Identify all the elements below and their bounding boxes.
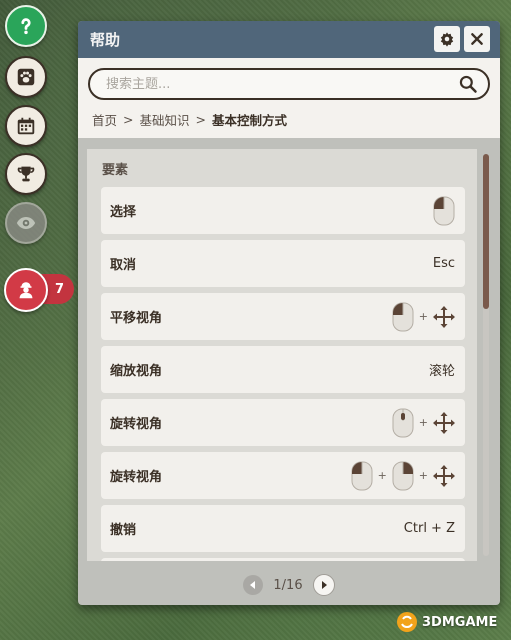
zookeeper-icon	[19, 282, 33, 299]
panel-title: 帮助	[90, 31, 121, 49]
staff-button[interactable]	[4, 268, 48, 312]
view-toggle-button[interactable]	[5, 202, 47, 244]
row-value: + +	[351, 461, 455, 491]
move-arrows-icon	[433, 464, 455, 487]
list-item: 平移视角 +	[101, 293, 465, 340]
list-item	[101, 558, 465, 561]
close-icon	[471, 33, 483, 45]
row-value: 滚轮	[428, 364, 455, 379]
scrollbar[interactable]	[483, 154, 489, 556]
row-label: 撤销	[110, 523, 137, 538]
row-value: +	[392, 408, 455, 438]
list-item: 撤销 Ctrl + Z	[101, 505, 465, 552]
panel-header: 首页 > 基础知识 > 基本控制方式	[78, 58, 500, 138]
breadcrumb-home[interactable]: 首页	[92, 110, 117, 129]
row-label: 缩放视角	[110, 364, 163, 379]
controls-list: 要素 选择 取消 Esc 平移视角 + 缩放视角 滚轮 旋转视角 + 旋转视角 …	[87, 149, 477, 561]
gear-icon	[440, 32, 454, 47]
calendar-icon	[17, 117, 35, 135]
trophy-icon	[17, 166, 35, 182]
left-toolbar: 7	[0, 0, 80, 640]
close-button[interactable]	[464, 26, 490, 52]
search-box	[88, 68, 490, 100]
breadcrumb-basics[interactable]: 基础知识	[140, 110, 190, 129]
row-value: Esc	[432, 256, 455, 271]
list-item: 取消 Esc	[101, 240, 465, 287]
help-panel: 帮助 首页 > 基础知识 > 基本控制方式	[78, 21, 500, 605]
row-label: 取消	[110, 258, 137, 273]
plus-sign: +	[418, 310, 428, 323]
panel-titlebar: 帮助	[78, 21, 500, 58]
next-page-button[interactable]	[312, 574, 335, 596]
plus-sign: +	[418, 416, 428, 429]
mouse-left-click-icon	[351, 461, 373, 490]
row-value: Ctrl + Z	[403, 521, 455, 536]
zoopedia-button[interactable]	[5, 56, 47, 98]
breadcrumb-separator: >	[123, 112, 134, 127]
mouse-left-click-icon	[392, 302, 414, 331]
challenges-button[interactable]	[5, 153, 47, 195]
breadcrumb-current: 基本控制方式	[212, 113, 288, 128]
list-item: 旋转视角 + +	[101, 452, 465, 499]
breadcrumb: 首页 > 基础知识 > 基本控制方式	[92, 110, 287, 129]
search-icon[interactable]	[458, 74, 478, 94]
row-label: 平移视角	[110, 311, 163, 326]
list-item: 缩放视角 滚轮	[101, 346, 465, 393]
list-item: 选择	[101, 187, 465, 234]
3dmgame-logo-icon	[397, 612, 417, 632]
mouse-right-click-icon	[392, 461, 414, 490]
breadcrumb-separator: >	[195, 112, 206, 127]
pagination: 1/16	[78, 567, 500, 603]
page-indicator: 1/16	[273, 577, 303, 593]
watermark-text: 3DMGAME	[422, 614, 498, 630]
paw-icon	[17, 68, 35, 86]
help-button[interactable]	[5, 5, 47, 47]
row-label: 选择	[110, 205, 137, 220]
search-input[interactable]	[90, 75, 458, 93]
eye-icon	[16, 217, 36, 229]
section-label: 要素	[102, 163, 129, 178]
watermark: 3DMGAME	[395, 610, 497, 634]
mouse-left-click-icon	[433, 196, 455, 225]
list-item: 旋转视角 +	[101, 399, 465, 446]
question-icon	[21, 18, 31, 35]
move-arrows-icon	[433, 411, 455, 434]
row-label: 旋转视角	[110, 470, 163, 485]
plus-sign: +	[377, 469, 387, 482]
move-arrows-icon	[433, 305, 455, 328]
arrow-right-icon	[321, 581, 327, 589]
calendar-button[interactable]	[5, 105, 47, 147]
row-label: 旋转视角	[110, 417, 163, 432]
row-value	[433, 196, 455, 226]
arrow-left-icon	[250, 581, 256, 589]
plus-sign: +	[418, 469, 428, 482]
settings-button[interactable]	[434, 26, 460, 52]
scrollbar-thumb[interactable]	[483, 154, 489, 309]
mouse-middle-click-icon	[392, 408, 414, 437]
prev-page-button[interactable]	[243, 575, 264, 595]
row-value: +	[392, 302, 455, 332]
